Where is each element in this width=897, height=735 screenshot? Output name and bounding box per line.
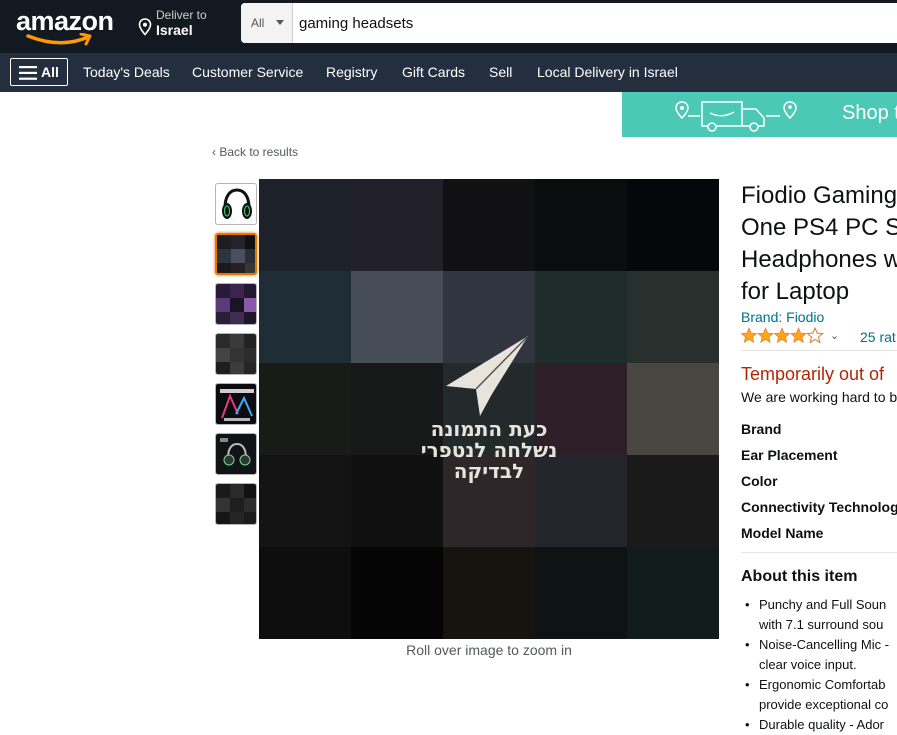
nav-bar: All Today's Deals Customer Service Regis… (0, 53, 897, 92)
about-this-item-heading: About this item (741, 568, 858, 585)
banner-text: Shop t (842, 102, 897, 124)
thumbnail-2[interactable] (215, 233, 257, 275)
nav-customer-service[interactable]: Customer Service (192, 64, 303, 80)
ratings-count-link[interactable]: 25 rat (860, 329, 896, 345)
title-line-3: Headphones w (741, 246, 897, 273)
brand-link[interactable]: Brand: Fiodio (741, 309, 824, 325)
nav-local-delivery[interactable]: Local Delivery in Israel (537, 64, 678, 80)
chevron-down-icon[interactable]: ⌄ (830, 329, 839, 342)
zoom-hint: Roll over image to zoom in (406, 642, 572, 658)
paper-plane-icon (446, 335, 529, 416)
spec-color-label: Color (741, 473, 778, 489)
divider (741, 552, 897, 553)
thumbnail-7[interactable] (215, 483, 257, 525)
thumbnail-4[interactable] (215, 333, 257, 375)
delivery-truck-icon (675, 101, 797, 132)
spec-connectivity-label: Connectivity Technolog (741, 499, 897, 515)
overlay-line-1: כעת התמונה (430, 417, 548, 441)
top-header: amazon Deliver to Israel All (0, 0, 897, 53)
overlay-line-3: לבדיקה (453, 459, 525, 483)
caret-down-icon (276, 20, 284, 25)
filter-overlay-text: כעת התמונה נשלחה לנטפרי לבדיקה (359, 419, 619, 482)
all-menu-button[interactable]: All (10, 58, 68, 86)
availability-status: Temporarily out of (741, 364, 885, 384)
pixelated-thumbnail (216, 484, 256, 524)
search-category-dropdown[interactable]: All (241, 3, 293, 43)
nav-todays-deals[interactable]: Today's Deals (83, 64, 170, 80)
bullet-line: clear voice input. (759, 657, 857, 672)
bullet-line: Durable quality - Ador (759, 717, 885, 732)
spec-ear-placement-label: Ear Placement (741, 447, 838, 463)
nav-gift-cards[interactable]: Gift Cards (402, 64, 465, 80)
deliver-to-location[interactable]: Deliver to Israel (138, 8, 233, 42)
bullet-line: Ergonomic Comfortab (759, 677, 886, 692)
pixelated-thumbnail (216, 284, 256, 324)
back-to-results-link[interactable]: ‹ Back to results (212, 145, 298, 159)
thumbnail-6[interactable] (215, 433, 257, 475)
thumbnail-3[interactable] (215, 283, 257, 325)
title-line-1: Fiodio Gaming (741, 182, 897, 209)
bullet-line: Noise-Cancelling Mic - (759, 637, 890, 652)
rgb-lights-thumbnail-icon (216, 384, 256, 424)
headset-thumbnail-icon (216, 184, 256, 224)
search-input[interactable] (299, 3, 889, 43)
deliver-country: Israel (156, 22, 193, 38)
product-title: Fiodio Gaming One PS4 PC Sw Headphones w… (741, 180, 897, 308)
search-category-label: All (251, 16, 265, 30)
spec-brand-label: Brand (741, 421, 782, 437)
star-rating-icon[interactable] (741, 327, 827, 345)
headset-box-thumbnail-icon (216, 434, 256, 474)
nav-sell[interactable]: Sell (489, 64, 512, 80)
promo-banner[interactable]: Shop t (622, 92, 897, 137)
title-line-4: for Laptop (741, 278, 850, 305)
smile-arrow-icon (26, 33, 92, 46)
thumbnail-1[interactable] (215, 183, 257, 225)
pixelated-thumbnail (217, 235, 255, 273)
amazon-logo[interactable]: amazon (16, 6, 116, 46)
all-menu-label: All (41, 64, 59, 80)
divider (741, 350, 897, 351)
pixelated-thumbnail (216, 334, 256, 374)
bullet-line: provide exceptional co (759, 697, 889, 712)
spec-model-name-label: Model Name (741, 525, 824, 541)
search-bar: All (241, 3, 897, 43)
overlay-line-2: נשלחה לנטפרי (420, 438, 558, 462)
nav-registry[interactable]: Registry (326, 64, 377, 80)
main-product-image[interactable]: כעת התמונה נשלחה לנטפרי לבדיקה (259, 179, 719, 639)
bullet-line: with 7.1 surround sou (759, 617, 884, 632)
hamburger-icon (19, 66, 37, 80)
location-pin-icon (138, 18, 152, 36)
deliver-to-label: Deliver to (156, 8, 207, 22)
title-line-2: One PS4 PC Sw (741, 214, 897, 241)
thumbnail-5[interactable] (215, 383, 257, 425)
bullet-line: Punchy and Full Soun (759, 597, 887, 612)
availability-note: We are working hard to b (741, 389, 897, 405)
